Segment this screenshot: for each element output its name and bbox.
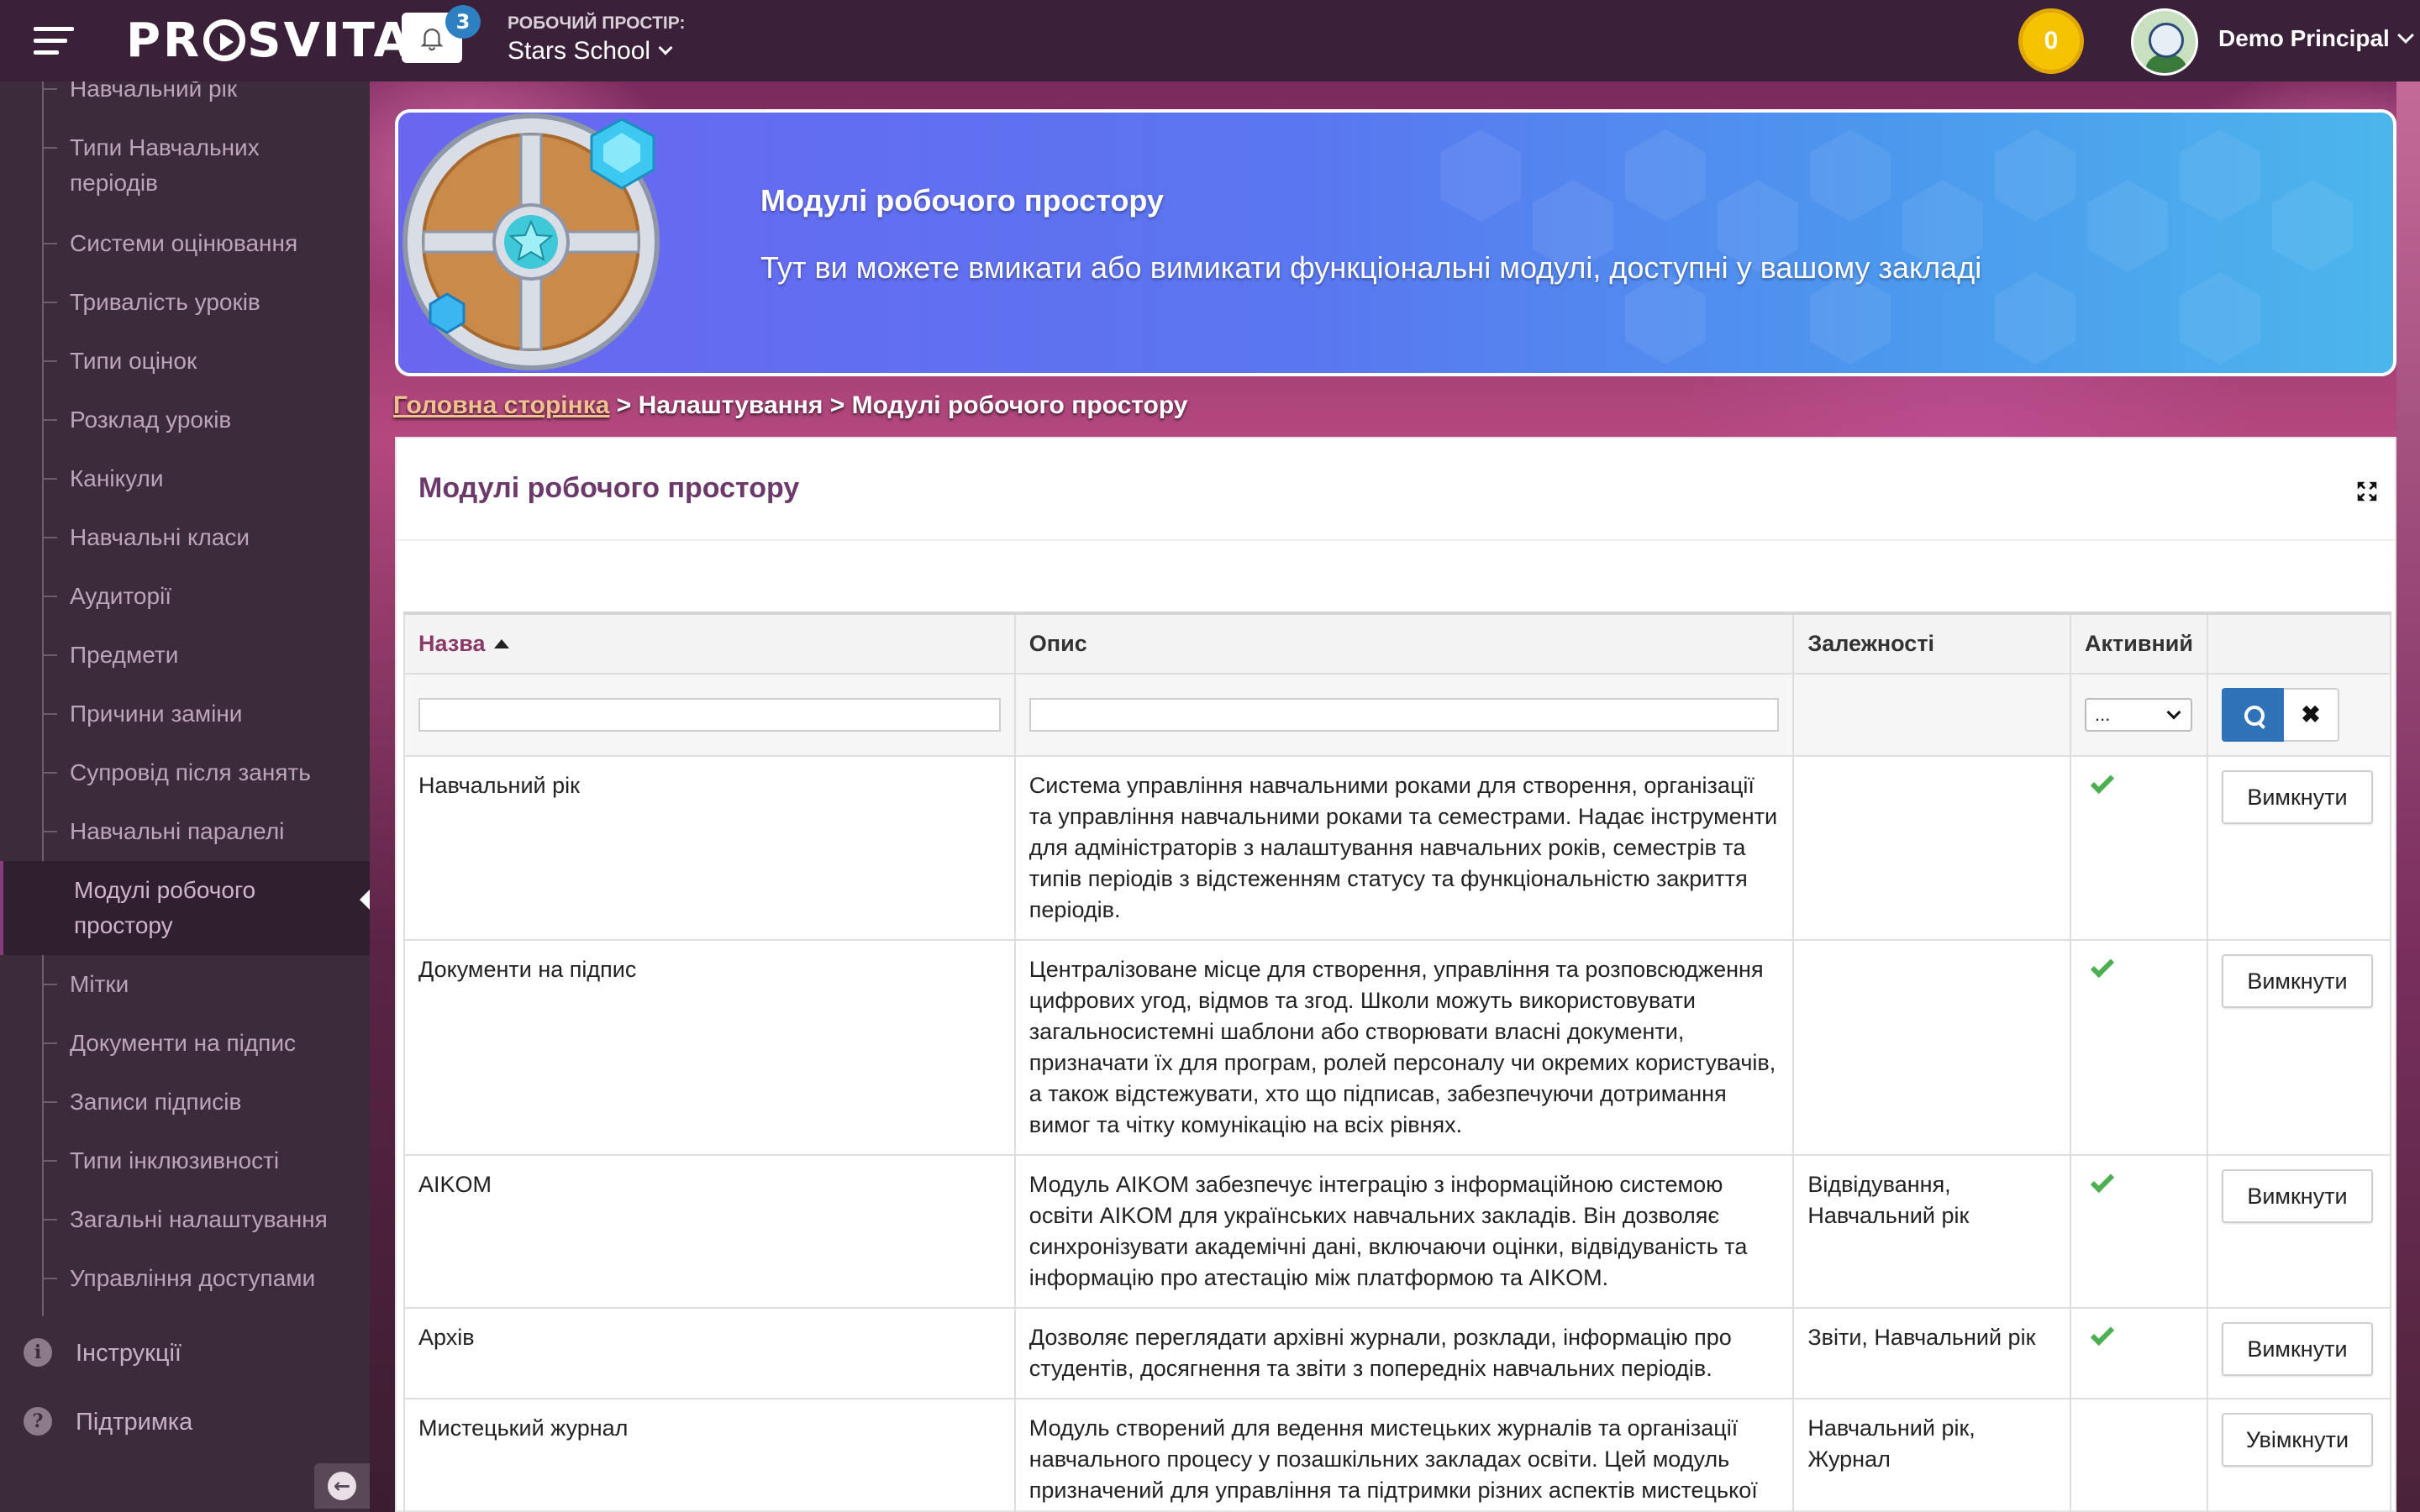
module-description: Централізоване місце для створення, упра…	[1013, 939, 1795, 1156]
module-description: Модуль AIKOM забезпечує інтеграцію з інф…	[1013, 1154, 1795, 1309]
sidebar-item-classes[interactable]: Навчальні класи	[0, 520, 370, 555]
breadcrumb-separator: >	[829, 391, 845, 419]
table-row: AIKOM Модуль AIKOM забезпечує інтеграцію…	[403, 1154, 2392, 1309]
active-check-icon	[2090, 1168, 2115, 1194]
disable-module-button[interactable]: Вимкнути	[2221, 954, 2373, 1008]
coins-badge[interactable]: 0	[2018, 8, 2084, 74]
column-header-actions	[2206, 612, 2392, 675]
sidebar-item-academic-year[interactable]: Навчальний рік	[0, 81, 370, 107]
disable-module-button[interactable]: Вимкнути	[2221, 1169, 2373, 1223]
sidebar-item-access-management[interactable]: Управління доступами	[0, 1261, 370, 1296]
info-icon: i	[24, 1338, 52, 1367]
search-button[interactable]	[2221, 688, 2284, 742]
clear-filter-button[interactable]: ✖	[2283, 688, 2339, 742]
sidebar-item-general-settings[interactable]: Загальні налаштування	[0, 1202, 370, 1237]
enable-module-button[interactable]: Увімкнути	[2221, 1413, 2373, 1467]
filter-row: ... ✖	[403, 673, 2392, 757]
panel-header: Модулі робочого простору	[397, 438, 2395, 541]
breadcrumb-current: Модулі робочого простору	[851, 391, 1188, 419]
table-row: Навчальний рік Система управління навчал…	[403, 755, 2392, 941]
active-check-icon	[2090, 1321, 2115, 1347]
help-icon: ?	[24, 1407, 52, 1436]
module-description: Дозволяє переглядати архівні журнали, ро…	[1013, 1307, 1795, 1399]
module-name: Архів	[403, 1307, 1016, 1399]
module-dependencies: Відвідування, Навчальний рік	[1792, 1154, 2072, 1309]
sort-ascending-icon	[493, 639, 509, 648]
user-menu[interactable]: Demo Principal	[2218, 25, 2414, 52]
sidebar-support[interactable]: ? Підтримка	[0, 1405, 370, 1439]
workspace-selector[interactable]: Stars School	[508, 37, 673, 66]
active-check-icon	[2090, 769, 2115, 795]
module-name: Документи на підпис	[403, 939, 1016, 1156]
module-name: AIKOM	[403, 1154, 1016, 1309]
modules-panel: Модулі робочого простору Назва Опис Зале…	[395, 437, 2396, 1512]
sidebar-item-substitution-reasons[interactable]: Причини заміни	[0, 696, 370, 732]
sidebar-item-holidays[interactable]: Канікули	[0, 461, 370, 496]
notifications-badge: 3	[445, 5, 481, 39]
collapse-sidebar-button[interactable]: ←	[314, 1463, 370, 1509]
sidebar: Навчальний рік Типи Навчальних періодів …	[0, 81, 370, 1512]
sidebar-item-signature-records[interactable]: Записи підписів	[0, 1084, 370, 1120]
table-row: Мистецький журнал Модуль створений для в…	[403, 1398, 2392, 1512]
description-filter-input[interactable]	[1028, 698, 1780, 732]
sidebar-item-subjects[interactable]: Предмети	[0, 638, 370, 673]
logo[interactable]: PR SVITA	[126, 12, 413, 71]
sidebar-item-schedule[interactable]: Розклад уроків	[0, 402, 370, 438]
module-description: Система управління навчальними роками дл…	[1013, 755, 1795, 941]
column-header-name[interactable]: Назва	[403, 612, 1016, 675]
breadcrumb-separator: >	[616, 391, 632, 419]
expand-icon[interactable]	[2354, 479, 2380, 504]
sidebar-item-tags[interactable]: Мітки	[0, 967, 370, 1002]
avatar[interactable]	[2131, 8, 2198, 76]
chevron-down-icon	[2396, 27, 2414, 44]
sidebar-item-grade-levels[interactable]: Навчальні паралелі	[0, 814, 370, 849]
sidebar-item-lesson-duration[interactable]: Тривалість уроків	[0, 285, 370, 320]
breadcrumb-home-link[interactable]: Головна сторінка	[393, 391, 609, 419]
sidebar-item-signature-documents[interactable]: Документи на підпис	[0, 1026, 370, 1061]
page-banner	[395, 109, 2396, 376]
arrow-left-icon: ←	[328, 1472, 356, 1500]
column-header-description: Опис	[1013, 612, 1795, 675]
module-name: Навчальний рік	[403, 755, 1016, 941]
sidebar-item-classrooms[interactable]: Аудиторії	[0, 579, 370, 614]
active-indicator	[360, 890, 370, 910]
module-description: Модуль створений для ведення мистецьких …	[1013, 1398, 1795, 1512]
module-dependencies	[1792, 755, 2072, 941]
name-filter-input[interactable]	[418, 698, 1001, 732]
module-dependencies: Навчальний рік, Журнал	[1792, 1398, 2072, 1512]
sidebar-item-after-school[interactable]: Супровід після занять	[0, 755, 370, 790]
sidebar-item-workspace-modules[interactable]: Модулі робочого простору	[0, 861, 370, 955]
table-row: Документи на підпис Централізоване місце…	[403, 939, 2392, 1156]
active-check-icon	[2090, 953, 2115, 979]
disable-module-button[interactable]: Вимкнути	[2221, 770, 2373, 824]
breadcrumb: Головна сторінка > Налаштування > Модулі…	[393, 391, 1188, 420]
disable-module-button[interactable]: Вимкнути	[2221, 1322, 2373, 1376]
sidebar-item-grading-systems[interactable]: Системи оцінювання	[0, 226, 370, 261]
sidebar-item-grade-types[interactable]: Типи оцінок	[0, 344, 370, 379]
column-header-dependencies: Залежності	[1792, 612, 2072, 675]
workspace-name: Stars School	[508, 37, 651, 65]
modules-table: Назва Опис Залежності Активний ... ✖ Нав…	[403, 612, 2392, 1512]
menu-icon[interactable]	[34, 27, 74, 55]
module-dependencies	[1792, 939, 2072, 1156]
scroll-area-edge	[2396, 81, 2420, 1512]
module-name: Мистецький журнал	[403, 1398, 1016, 1512]
sidebar-item-period-types[interactable]: Типи Навчальних періодів	[0, 130, 370, 201]
panel-title: Модулі робочого простору	[418, 472, 800, 504]
user-name: Demo Principal	[2218, 25, 2390, 51]
sidebar-instructions[interactable]: i Інструкції	[0, 1336, 370, 1370]
shield-illustration	[402, 113, 660, 370]
banner-title: Модулі робочого простору	[760, 183, 1164, 218]
workspace-label: РОБОЧИЙ ПРОСТІР:	[508, 13, 686, 33]
chevron-down-icon	[658, 40, 673, 55]
column-header-active: Активний	[2070, 612, 2208, 675]
banner-subtitle: Тут ви можете вмикати або вимикати функц…	[760, 250, 1982, 285]
sidebar-item-inclusivity-types[interactable]: Типи інклюзивності	[0, 1143, 370, 1179]
top-bar: PR SVITA 3 РОБОЧИЙ ПРОСТІР: Stars School …	[0, 0, 2420, 81]
module-dependencies: Звіти, Навчальний рік	[1792, 1307, 2072, 1399]
active-filter-select[interactable]: ...	[2085, 698, 2193, 732]
bell-icon	[420, 29, 444, 51]
breadcrumb-settings[interactable]: Налаштування	[639, 391, 823, 419]
table-row: Архів Дозволяє переглядати архівні журна…	[403, 1307, 2392, 1399]
